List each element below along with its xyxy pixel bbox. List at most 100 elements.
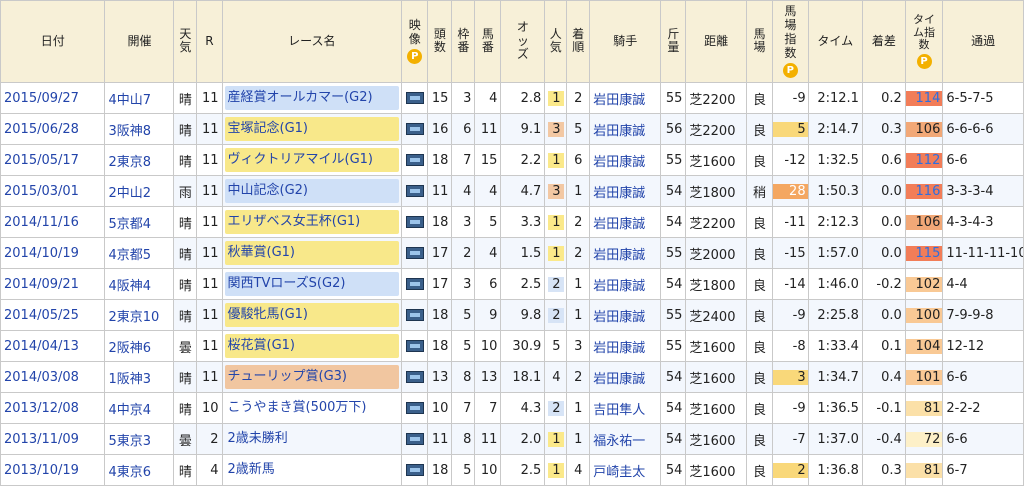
race-name-link[interactable]: 2歳未勝利 bbox=[225, 427, 400, 451]
race-name-link[interactable]: 中山記念(G2) bbox=[224, 179, 400, 203]
col-frame[interactable]: 枠番 bbox=[451, 0, 476, 83]
weight-cell: 54 bbox=[660, 175, 687, 207]
race-name-link[interactable]: 産経賞オールカマー(G2) bbox=[224, 86, 400, 110]
venue-link[interactable]: 2東京10 bbox=[104, 299, 175, 331]
weight-cell: 54 bbox=[660, 423, 687, 455]
jockey-link[interactable]: 岩田康誠 bbox=[589, 330, 662, 362]
race-name-link[interactable]: チューリップ賞(G3) bbox=[224, 365, 400, 389]
date-link[interactable]: 2015/06/28 bbox=[0, 113, 106, 145]
race-name-link[interactable]: 関西TVローズS(G2) bbox=[224, 272, 400, 296]
col-venue[interactable]: 開催 bbox=[104, 0, 175, 83]
jockey-link[interactable]: 岩田康誠 bbox=[589, 82, 662, 114]
col-race-number[interactable]: R bbox=[196, 0, 223, 83]
col-heads[interactable]: 頭数 bbox=[427, 0, 453, 83]
col-track-index[interactable]: 馬場指数 P bbox=[772, 0, 809, 83]
venue-link[interactable]: 4中京4 bbox=[104, 392, 175, 424]
jockey-link[interactable]: 岩田康誠 bbox=[589, 268, 662, 300]
race-name-link[interactable]: エリザベス女王杯(G1) bbox=[224, 210, 400, 234]
video-icon[interactable] bbox=[405, 402, 424, 414]
jockey-link[interactable]: 福永祐一 bbox=[589, 423, 662, 455]
col-margin[interactable]: 着差 bbox=[861, 0, 906, 83]
date-link[interactable]: 2014/11/16 bbox=[0, 206, 106, 238]
jockey-link[interactable]: 岩田康誠 bbox=[589, 361, 662, 393]
jockey-link[interactable]: 岩田康誠 bbox=[589, 144, 662, 176]
race-name-link[interactable]: 桜花賞(G1) bbox=[224, 334, 400, 358]
date-link[interactable]: 2015/03/01 bbox=[0, 175, 106, 207]
col-horse-number[interactable]: 馬番 bbox=[474, 0, 502, 83]
col-distance[interactable]: 距離 bbox=[685, 0, 747, 83]
venue-link[interactable]: 3阪神8 bbox=[104, 113, 175, 145]
race-name-cell: 中山記念(G2) bbox=[221, 175, 403, 207]
date-link[interactable]: 2015/09/27 bbox=[0, 82, 106, 114]
video-icon[interactable] bbox=[405, 185, 424, 197]
video-icon[interactable] bbox=[405, 247, 424, 259]
col-date[interactable]: 日付 bbox=[0, 0, 106, 83]
jockey-link[interactable]: 岩田康誠 bbox=[589, 206, 662, 238]
video-icon[interactable] bbox=[405, 123, 424, 135]
jockey-link[interactable]: 戸崎圭太 bbox=[589, 454, 662, 486]
date-link[interactable]: 2014/03/08 bbox=[0, 361, 106, 393]
video-icon[interactable] bbox=[405, 154, 424, 166]
venue-link[interactable]: 4東京6 bbox=[104, 454, 175, 486]
venue-link[interactable]: 2東京8 bbox=[104, 144, 175, 176]
video-icon[interactable] bbox=[405, 278, 424, 290]
col-jockey[interactable]: 騎手 bbox=[589, 0, 662, 83]
date-link[interactable]: 2015/05/17 bbox=[0, 144, 106, 176]
jockey-link[interactable]: 岩田康誠 bbox=[589, 175, 662, 207]
venue-link[interactable]: 2中山2 bbox=[104, 175, 175, 207]
table-row: 2015/09/27 4中山7 晴 11 産経賞オールカマー(G2) 15 3 4 2.8 1 2 岩… bbox=[0, 82, 1024, 114]
col-weight[interactable]: 斤量 bbox=[660, 0, 687, 83]
race-name-link[interactable]: こうやまき賞(500万下) bbox=[225, 396, 400, 420]
date-link[interactable]: 2014/10/19 bbox=[0, 237, 106, 269]
race-name-link[interactable]: 秋華賞(G1) bbox=[224, 241, 400, 265]
col-finish[interactable]: 着順 bbox=[566, 0, 591, 83]
race-name-link[interactable]: 2歳新馬 bbox=[225, 458, 400, 482]
venue-link[interactable]: 4京都5 bbox=[104, 237, 175, 269]
col-passing[interactable]: 通過 bbox=[942, 0, 1024, 83]
video-icon[interactable] bbox=[405, 309, 424, 321]
col-weather[interactable]: 天気 bbox=[173, 0, 198, 83]
race-name-cell: 桜花賞(G1) bbox=[221, 330, 403, 362]
race-name-link[interactable]: 優駿牝馬(G1) bbox=[224, 303, 400, 327]
video-icon[interactable] bbox=[405, 92, 424, 104]
date-link[interactable]: 2013/12/08 bbox=[0, 392, 106, 424]
col-race-name[interactable]: レース名 bbox=[221, 0, 403, 83]
video-icon[interactable] bbox=[405, 433, 424, 445]
video-icon[interactable] bbox=[405, 464, 424, 476]
video-icon[interactable] bbox=[405, 371, 424, 383]
venue-link[interactable]: 4阪神4 bbox=[104, 268, 175, 300]
jockey-link[interactable]: 岩田康誠 bbox=[589, 299, 662, 331]
venue-link[interactable]: 2阪神6 bbox=[104, 330, 175, 362]
venue-link[interactable]: 4中山7 bbox=[104, 82, 175, 114]
venue-link[interactable]: 1阪神3 bbox=[104, 361, 175, 393]
col-video[interactable]: 映像 P bbox=[401, 0, 429, 83]
date-link[interactable]: 2013/11/09 bbox=[0, 423, 106, 455]
col-track[interactable]: 馬場 bbox=[745, 0, 774, 83]
weight-cell: 54 bbox=[660, 454, 687, 486]
jockey-link[interactable]: 岩田康誠 bbox=[589, 237, 662, 269]
passing-cell: 3-3-3-4 bbox=[942, 175, 1024, 207]
race-name-link[interactable]: 宝塚記念(G1) bbox=[224, 117, 400, 141]
jockey-link[interactable]: 吉田隼人 bbox=[589, 392, 662, 424]
venue-link[interactable]: 5京都4 bbox=[104, 206, 175, 238]
track-index-cell: -9 bbox=[772, 392, 809, 424]
col-time-index[interactable]: タイム指数 P bbox=[904, 0, 944, 83]
video-icon[interactable] bbox=[405, 216, 424, 228]
date-link[interactable]: 2013/10/19 bbox=[0, 454, 106, 486]
date-link[interactable]: 2014/09/21 bbox=[0, 268, 106, 300]
popularity-cell: 1 bbox=[544, 454, 568, 486]
date-link[interactable]: 2014/05/25 bbox=[0, 299, 106, 331]
time-cell: 2:14.7 bbox=[807, 113, 863, 145]
jockey-link[interactable]: 岩田康誠 bbox=[589, 113, 662, 145]
horse-number-cell: 15 bbox=[474, 144, 502, 176]
col-odds[interactable]: オッズ bbox=[500, 0, 546, 83]
date-link[interactable]: 2014/04/13 bbox=[0, 330, 106, 362]
time-index-cell: 81 bbox=[904, 392, 944, 424]
race-name-cell: 秋華賞(G1) bbox=[221, 237, 403, 269]
race-name-link[interactable]: ヴィクトリアマイル(G1) bbox=[224, 148, 400, 172]
col-popularity[interactable]: 人気 bbox=[544, 0, 568, 83]
odds-cell: 2.2 bbox=[500, 144, 546, 176]
video-icon[interactable] bbox=[405, 340, 424, 352]
venue-link[interactable]: 5東京3 bbox=[104, 423, 175, 455]
col-time[interactable]: タイム bbox=[807, 0, 863, 83]
